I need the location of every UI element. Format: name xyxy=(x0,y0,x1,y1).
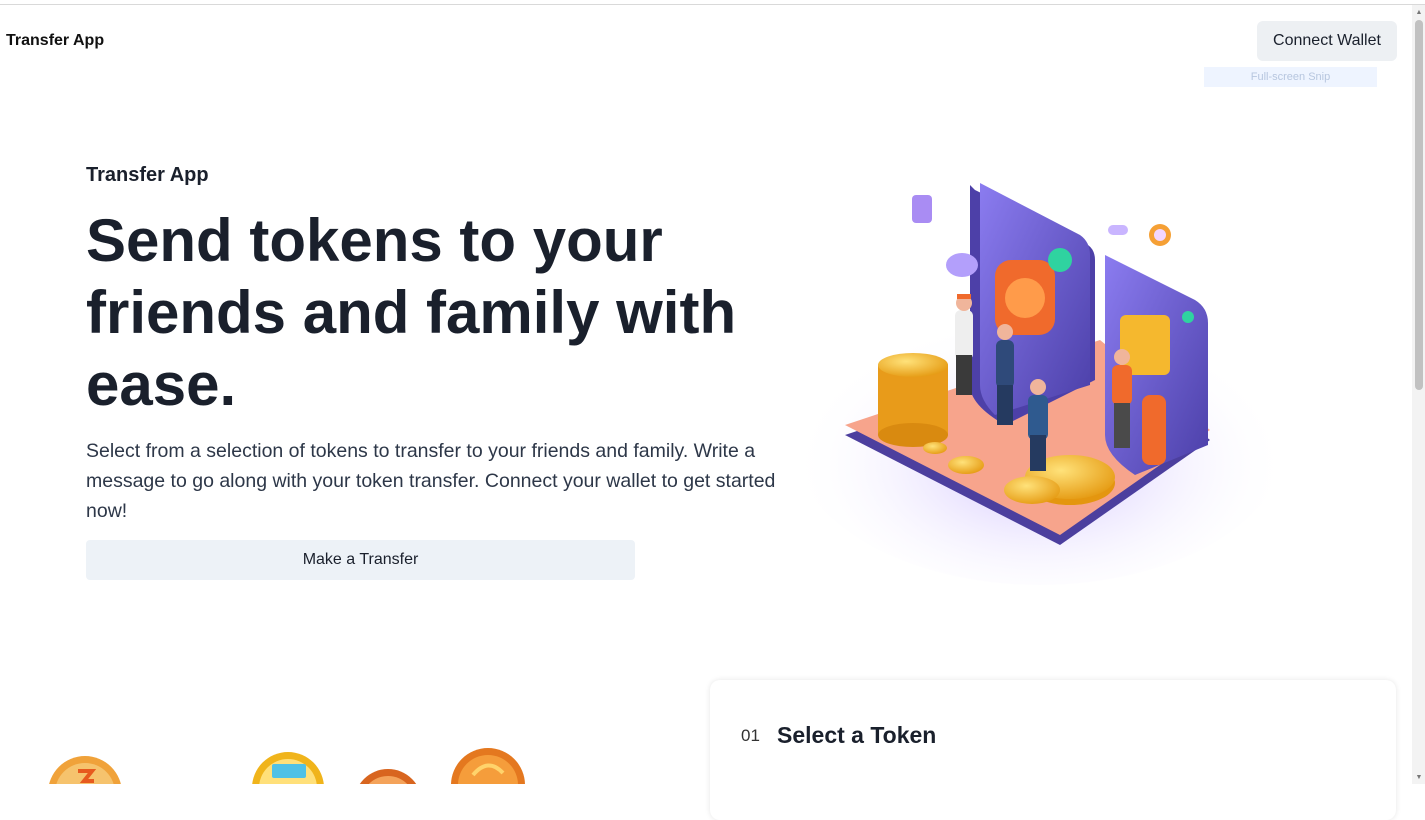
scrollbar-thumb[interactable] xyxy=(1415,20,1423,390)
hero-title: Send tokens to your friends and family w… xyxy=(86,207,737,418)
connect-wallet-button[interactable]: Connect Wallet xyxy=(1257,21,1397,61)
hero-description: Select from a selection of tokens to tra… xyxy=(86,440,776,522)
navbar-brand[interactable]: Transfer App xyxy=(6,32,104,50)
flame-coin-icon xyxy=(451,748,525,784)
lightning-coin-icon xyxy=(49,756,121,784)
step-title: Select a Token xyxy=(777,722,937,748)
window-top-border xyxy=(0,0,1425,5)
ticket-coin-icon xyxy=(252,752,324,784)
scroll-up-icon[interactable]: ▲ xyxy=(1413,6,1425,18)
make-transfer-button[interactable]: Make a Transfer xyxy=(86,540,635,580)
step-number: 01 xyxy=(741,726,760,745)
snip-overlay-label: Full-screen Snip xyxy=(1204,67,1377,87)
scroll-down-icon[interactable]: ▼ xyxy=(1413,771,1425,783)
token-transfer-illustration xyxy=(790,183,1290,585)
hero-eyebrow: Transfer App xyxy=(86,164,209,186)
step-card-select-token: 01 Select a Token xyxy=(710,680,1396,820)
coin-stack xyxy=(878,353,948,447)
copper-coin-icon xyxy=(359,769,417,784)
